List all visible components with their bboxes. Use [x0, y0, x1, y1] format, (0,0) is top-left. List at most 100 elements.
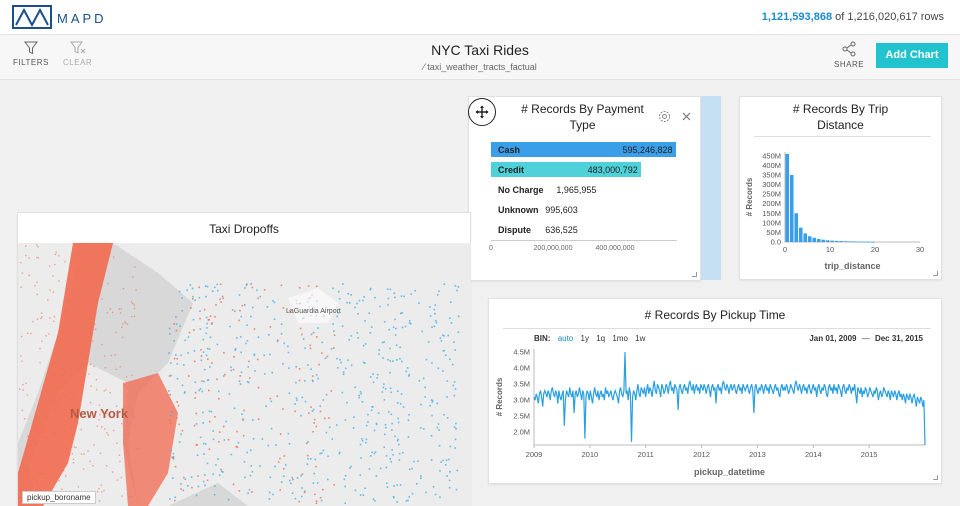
- histogram-bar[interactable]: [852, 241, 857, 243]
- bin-1y[interactable]: 1y: [581, 334, 589, 343]
- map-label-new-york: New York: [70, 406, 129, 421]
- y-tick-label: 3.0M: [513, 396, 530, 405]
- distance-title-line2: Distance: [817, 118, 864, 132]
- y-tick-label: 4.5M: [513, 348, 530, 357]
- histogram-bar[interactable]: [821, 239, 826, 242]
- total-row-count: of 1,216,020,617 rows: [835, 11, 944, 23]
- payment-label[interactable]: Credit: [498, 165, 524, 175]
- pickup-series-line[interactable]: [533, 352, 926, 446]
- title-divider: [503, 328, 931, 329]
- add-chart-button[interactable]: Add Chart: [876, 43, 948, 68]
- payment-type-card[interactable]: # Records By Payment Type Cash 595,246,82…: [468, 96, 701, 281]
- histogram-bar[interactable]: [812, 237, 817, 242]
- histogram-bar[interactable]: [857, 241, 862, 243]
- share-button[interactable]: SHARE: [834, 41, 864, 69]
- x-tick-label: 20: [871, 245, 879, 254]
- x-axis-label: pickup_datetime: [694, 467, 765, 477]
- pickup-time-card[interactable]: # Records By Pickup Time BIN: auto 1y 1q…: [488, 298, 942, 484]
- histogram-bar[interactable]: [848, 241, 853, 243]
- share-icon: [842, 41, 856, 57]
- histogram-bar[interactable]: [789, 174, 794, 242]
- payment-label[interactable]: Unknown: [498, 205, 539, 215]
- x-tick-label: 2012: [693, 450, 710, 459]
- histogram-bar[interactable]: [816, 238, 821, 242]
- payment-title-line1: # Records By Payment: [521, 102, 644, 116]
- row-count: 1,121,593,868 of 1,216,020,617 rows: [762, 11, 944, 23]
- payment-title-line2: Type: [569, 118, 596, 132]
- share-label: SHARE: [834, 60, 865, 69]
- histogram-bar[interactable]: [798, 227, 803, 242]
- payment-axis: [491, 240, 677, 241]
- histogram-bar[interactable]: [839, 241, 844, 242]
- payment-tick-label: 200,000,000: [533, 245, 573, 252]
- drop-placeholder: [701, 96, 721, 280]
- y-tick-label: 4.0M: [513, 364, 530, 373]
- x-tick-label: 10: [826, 245, 834, 254]
- resize-handle[interactable]: [933, 271, 938, 276]
- y-tick-label: 300M: [762, 180, 781, 189]
- bin-auto[interactable]: auto: [558, 334, 574, 343]
- pointmap-canvas[interactable]: [18, 243, 471, 506]
- payment-value: 995,603: [545, 205, 578, 215]
- y-axis-label: # Records: [745, 177, 754, 216]
- histogram-bar[interactable]: [794, 213, 799, 242]
- bin-label: BIN:: [534, 334, 551, 343]
- payment-label[interactable]: Dispute: [498, 225, 531, 235]
- x-tick-label: 2010: [582, 450, 599, 459]
- histogram-bar[interactable]: [830, 240, 835, 242]
- data-source[interactable]: ⁄ taxi_weather_tracts_factual: [0, 62, 960, 72]
- y-axis-label: # Records: [495, 377, 504, 416]
- y-tick-label: 3.5M: [513, 380, 530, 389]
- histogram-bar[interactable]: [825, 240, 830, 242]
- trip-distance-chart[interactable]: 0.050M100M150M200M250M300M350M400M450M 0 1…: [740, 147, 943, 279]
- date-start: Jan 01, 2009: [809, 334, 857, 343]
- filtered-row-count: 1,121,593,868: [761, 11, 833, 23]
- map-card-title: Taxi Dropoffs: [209, 222, 279, 236]
- mapd-logo-icon: [12, 5, 52, 29]
- payment-value: 595,246,828: [622, 145, 673, 155]
- toolbar: FILTERS CLEAR NYC Taxi Rides ⁄ taxi_weat…: [0, 35, 960, 80]
- y-tick-label: 2.5M: [513, 412, 530, 421]
- table-name: taxi_weather_tracts_factual: [427, 62, 537, 72]
- close-icon[interactable]: [682, 112, 691, 121]
- y-tick-label: 0.0: [771, 238, 781, 247]
- payment-value: 1,965,955: [556, 185, 597, 195]
- bin-1mo[interactable]: 1mo: [612, 334, 628, 343]
- y-tick-label: 450M: [762, 151, 781, 160]
- trip-distance-card[interactable]: # Records By Trip Distance 0.0 50M 100M 150…: [739, 96, 942, 280]
- histogram-bar[interactable]: [834, 240, 839, 242]
- bin-1q[interactable]: 1q: [596, 334, 605, 343]
- histogram-bar[interactable]: [861, 241, 866, 243]
- x-tick-label: 0: [783, 245, 787, 254]
- resize-handle[interactable]: [933, 475, 938, 480]
- title-divider: [754, 136, 931, 137]
- histogram-bar[interactable]: [870, 241, 875, 243]
- pickup-time-chart[interactable]: 2.0M 2.5M 3.0M 3.5M 4.0M 4.5M 2009 2010 2011 2012…: [489, 343, 943, 483]
- histogram-bar[interactable]: [843, 241, 848, 243]
- payment-tick-label: 400,000,000: [595, 245, 635, 252]
- payment-label[interactable]: Cash: [498, 145, 520, 155]
- y-tick-label: 200M: [762, 199, 781, 208]
- distance-title-line1: # Records By Trip: [792, 102, 889, 116]
- payment-label[interactable]: No Charge: [498, 185, 544, 195]
- y-tick-label: 250M: [762, 190, 781, 199]
- bin-1w[interactable]: 1w: [635, 334, 645, 343]
- dashboard-title[interactable]: NYC Taxi Rides: [0, 42, 960, 58]
- histogram-bar[interactable]: [866, 241, 871, 243]
- y-tick-label: 100M: [762, 218, 781, 227]
- time-card-title: # Records By Pickup Time: [644, 308, 786, 322]
- histogram-bar[interactable]: [785, 153, 790, 242]
- resize-handle[interactable]: [692, 272, 697, 277]
- x-axis-label: trip_distance: [824, 261, 880, 271]
- x-tick-label: 30: [916, 245, 924, 254]
- histogram-bar[interactable]: [807, 236, 812, 242]
- taxi-dropoffs-card[interactable]: Taxi Dropoffs New York LaGuardia Airport…: [17, 212, 471, 506]
- histogram-bar[interactable]: [803, 233, 808, 242]
- y-tick-label: 2.0M: [513, 428, 530, 437]
- map-legend[interactable]: pickup_boroname: [22, 491, 96, 504]
- pointmap[interactable]: New York LaGuardia Airport pickup_borona…: [18, 243, 471, 506]
- gear-icon[interactable]: [658, 110, 671, 123]
- y-tick-label: 150M: [762, 209, 781, 218]
- date-range[interactable]: Jan 01, 2009 — Dec 31, 2015: [809, 334, 923, 343]
- y-tick-label: 400M: [762, 161, 781, 170]
